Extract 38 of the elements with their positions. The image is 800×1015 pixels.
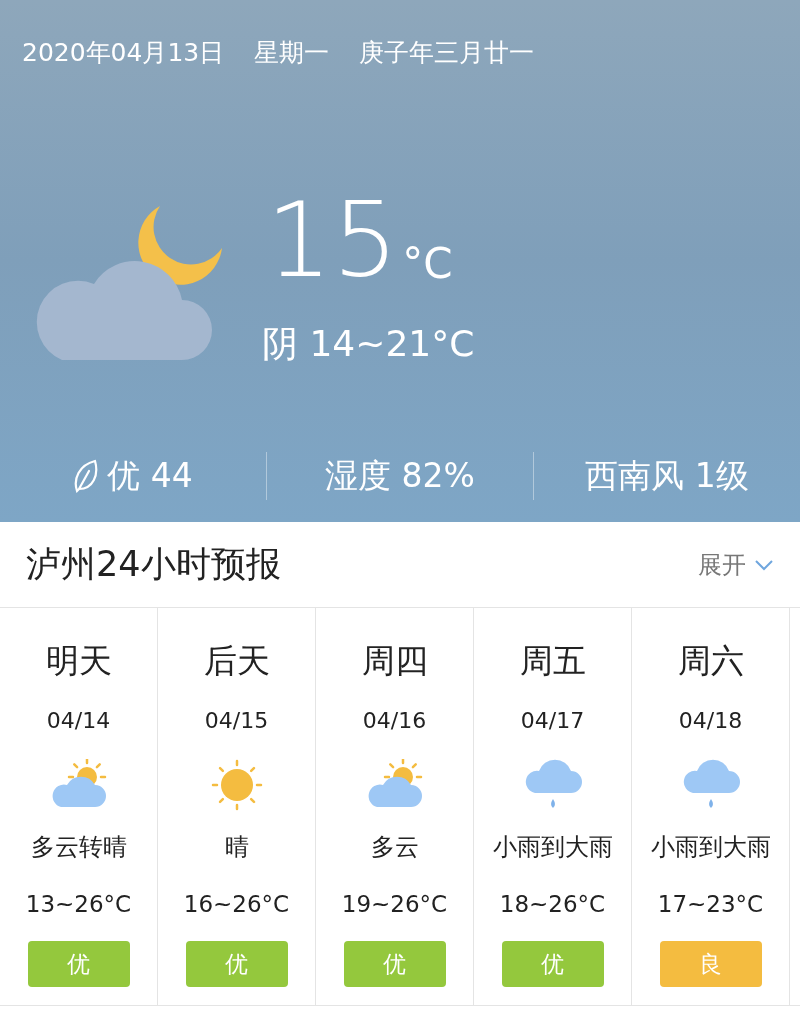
temperature-range: 16~26°C xyxy=(183,889,290,919)
day-label: 周四 xyxy=(361,640,428,682)
stat-text: 优 44 xyxy=(107,455,193,498)
temperature-range: 19~26°C xyxy=(341,889,448,919)
expand-button[interactable]: 展开 xyxy=(698,546,774,583)
stat-text: 西南风 1级 xyxy=(585,455,749,498)
lunar-date-text: 庚子年三月廿一 xyxy=(359,37,535,69)
day-label: 周六 xyxy=(677,640,744,682)
condition-label: 小雨到大雨 xyxy=(492,831,613,863)
day-label: 周五 xyxy=(519,640,586,682)
date-label: 04/18 xyxy=(678,706,743,735)
date-label: 04/14 xyxy=(46,706,111,735)
air-quality-badge: 优 xyxy=(343,941,446,987)
condition-label: 小雨到大雨 xyxy=(650,831,771,863)
condition-label: 多云 xyxy=(370,831,419,863)
chevron-icon xyxy=(754,558,774,571)
air-quality-badge: 优 xyxy=(27,941,130,987)
temperature-value: 15 xyxy=(266,187,399,292)
weather-summary: 阴 14~21°C xyxy=(262,321,475,366)
weekday-text: 星期一 xyxy=(254,37,330,69)
temperature-unit: °C xyxy=(402,237,453,290)
condition-label: 多云转晴 xyxy=(30,831,127,863)
day-label: 后天 xyxy=(203,640,270,682)
day-label: 明天 xyxy=(45,640,112,682)
date-label: 04/15 xyxy=(204,706,269,735)
forecast-title: 泸州24小时预报 xyxy=(26,543,281,587)
air-quality-badge: 良 xyxy=(659,941,762,987)
air-quality-badge: 优 xyxy=(501,941,604,987)
stat-text: 湿度 82% xyxy=(325,455,475,498)
temperature-range: 18~26°C xyxy=(499,889,606,919)
temperature-range: 17~23°C xyxy=(657,889,764,919)
condition-label: 晴 xyxy=(224,831,249,863)
leaf-icon xyxy=(73,459,100,493)
temperature-range: 13~26°C xyxy=(25,889,132,919)
date-label: 04/16 xyxy=(362,706,427,735)
air-quality-badge: 优 xyxy=(185,941,288,987)
date-label: 04/17 xyxy=(520,706,585,735)
date-text: 2020年04月13日 xyxy=(22,37,225,69)
